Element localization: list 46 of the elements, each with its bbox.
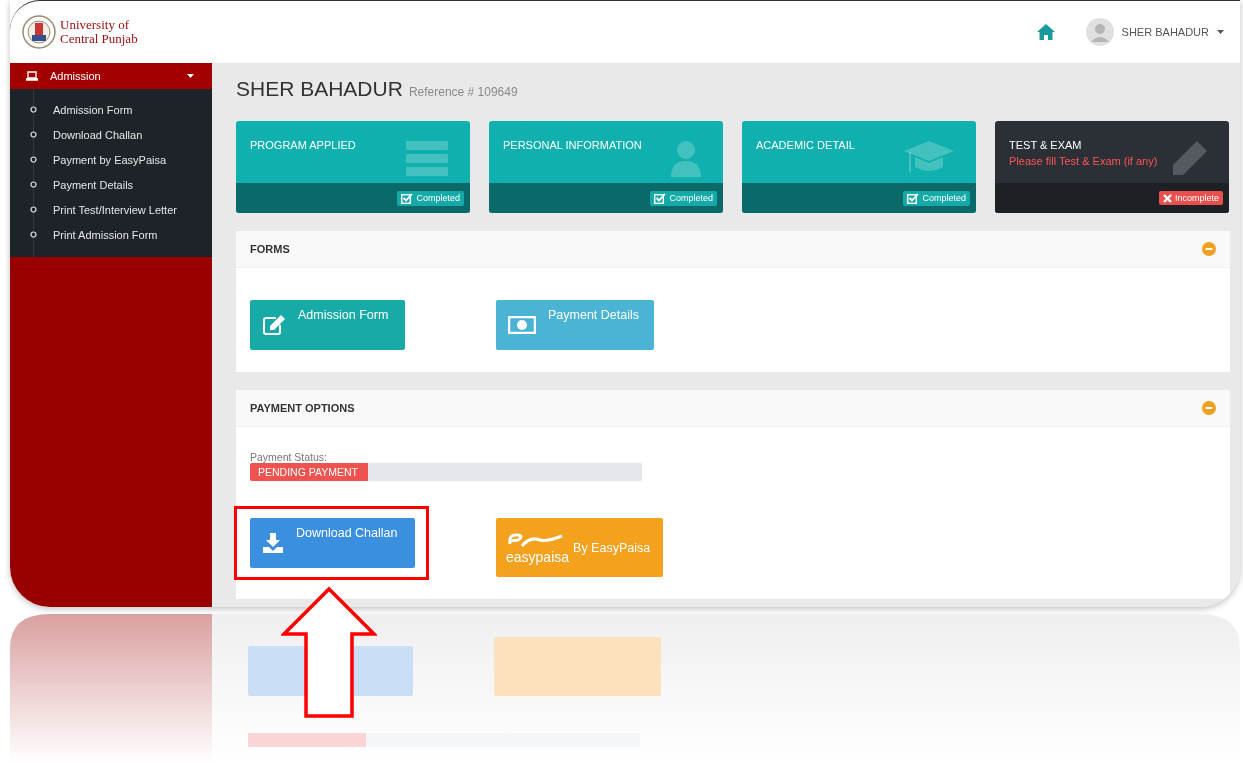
collapse-icon[interactable]: [1202, 242, 1216, 256]
card-title: PERSONAL INFORMATION: [503, 139, 642, 151]
laptop-icon: [26, 71, 38, 81]
person-icon: [671, 141, 701, 177]
list-icon: [406, 141, 448, 177]
caret-icon: [187, 74, 194, 78]
progress-fill: PENDING PAYMENT: [250, 463, 368, 481]
sidebar-item[interactable]: Payment by EasyPaisa: [53, 153, 167, 166]
bullet-icon: [30, 131, 37, 138]
card-title: TEST & EXAM: [1009, 139, 1083, 151]
download-icon: [262, 532, 284, 554]
sidebar-item[interactable]: Admission Form: [53, 103, 133, 116]
panel-title: FORMS: [250, 243, 290, 255]
user-name[interactable]: SHER BAHADUR: [1121, 26, 1209, 38]
home-icon[interactable]: [1035, 23, 1056, 41]
sidebar-item[interactable]: Payment Details: [53, 178, 134, 191]
status-badge: Incomplete: [1158, 191, 1223, 205]
card-title: PROGRAM APPLIED: [250, 139, 356, 151]
avatar-icon[interactable]: [1085, 18, 1114, 46]
edit-icon: [262, 314, 286, 336]
banknote-icon: [508, 316, 536, 334]
sidebar-item[interactable]: Print Test/Interview Letter: [53, 203, 177, 216]
logo-text: Central Punjab: [60, 32, 138, 46]
bullet-icon: [30, 206, 37, 213]
reference-number: Reference # 109649: [408, 85, 518, 99]
page-title: SHER BAHADUR: [236, 77, 403, 101]
pencil-icon: [1171, 141, 1207, 177]
seal-icon: [22, 15, 56, 49]
card-note: Please fill Test & Exam (if any): [1009, 155, 1158, 167]
logo-text: University of: [60, 18, 130, 32]
bullet-icon: [30, 106, 37, 113]
panel-title: PAYMENT OPTIONS: [250, 402, 355, 414]
status-badge: Completed: [650, 190, 717, 206]
collapse-icon[interactable]: [1202, 401, 1216, 415]
bullet-icon: [30, 156, 37, 163]
status-badge: Completed: [397, 190, 464, 206]
status-label: Payment Status:: [250, 451, 329, 463]
bullet-icon: [30, 231, 37, 238]
sidebar-section[interactable]: Admission: [10, 63, 212, 89]
sidebar-item[interactable]: Download Challan: [53, 128, 143, 141]
status-badge: Completed: [903, 190, 970, 206]
card-title: ACADEMIC DETAIL: [756, 139, 855, 151]
status-card[interactable]: TEST & EXAM Please fill Test & Exam (if any) Incomplete: [995, 121, 1229, 213]
caret-icon[interactable]: [1217, 30, 1224, 34]
sidebar-item[interactable]: Print Admission Form: [53, 228, 158, 241]
bullet-icon: [30, 181, 37, 188]
